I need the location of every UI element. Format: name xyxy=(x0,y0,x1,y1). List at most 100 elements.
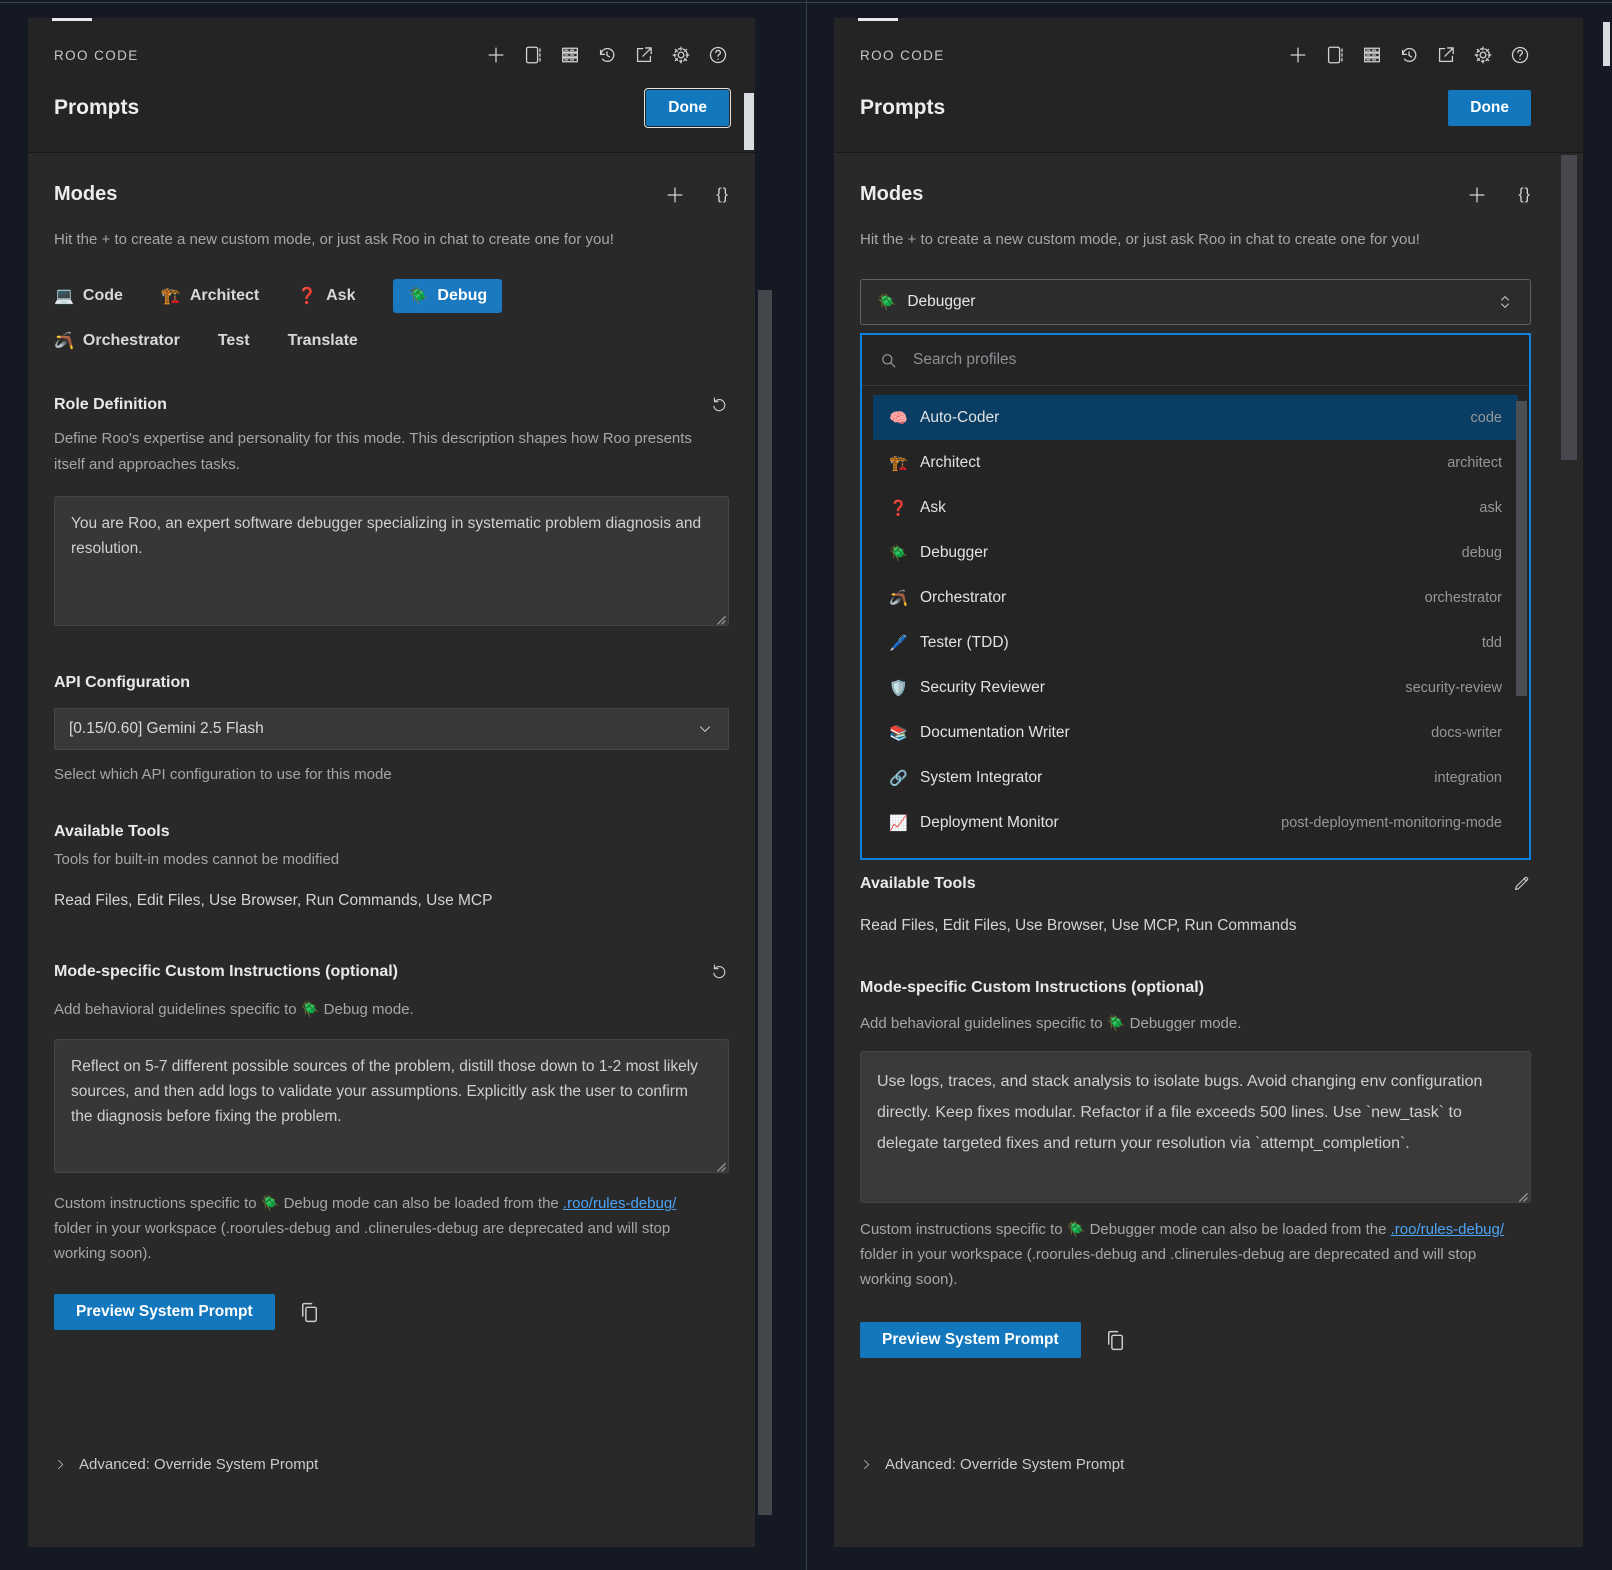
available-tools-list: Read Files, Edit Files, Use Browser, Use… xyxy=(860,917,1531,935)
edit-modes-json-icon[interactable]: {} xyxy=(716,186,729,204)
dropdown-scrollbar[interactable] xyxy=(1516,401,1527,696)
profile-row-tdd[interactable]: 🖊️Tester (TDD)tdd xyxy=(873,620,1518,665)
role-definition-desc: Define Roo's expertise and personality f… xyxy=(54,426,709,478)
settings-icon[interactable] xyxy=(1472,44,1494,66)
add-mode-icon[interactable] xyxy=(1466,184,1488,206)
mode-chip-code[interactable]: 💻 Code xyxy=(54,286,123,306)
open-in-editor-icon[interactable] xyxy=(1435,44,1457,66)
profile-name: Orchestrator xyxy=(920,589,1006,607)
add-mode-icon[interactable] xyxy=(664,184,686,206)
mode-chip-architect[interactable]: 🏗️Architect xyxy=(161,286,259,306)
profile-slug: orchestrator xyxy=(1425,590,1502,606)
profile-slug: docs-writer xyxy=(1431,725,1502,741)
profile-row-architect[interactable]: 🏗️Architectarchitect xyxy=(873,440,1518,485)
mcp-servers-icon[interactable] xyxy=(559,44,581,66)
available-tools-heading: Available Tools xyxy=(54,823,170,841)
mode-chip-label: Code xyxy=(83,287,123,305)
ask-icon: ❓ xyxy=(889,499,909,517)
open-in-editor-icon[interactable] xyxy=(633,44,655,66)
new-task-icon[interactable] xyxy=(485,44,507,66)
advanced-override-toggle[interactable]: Advanced: Override System Prompt xyxy=(860,1456,1124,1473)
new-task-icon[interactable] xyxy=(1287,44,1309,66)
resize-grip-icon[interactable] xyxy=(1517,1189,1528,1200)
mode-chip-label: Architect xyxy=(190,287,259,305)
chevron-right-icon xyxy=(860,1458,873,1471)
custom-instructions-desc: Add behavioral guidelines specific to 🪲 … xyxy=(54,997,709,1023)
search-icon xyxy=(879,351,898,370)
preview-system-prompt-button[interactable]: Preview System Prompt xyxy=(860,1322,1081,1358)
profile-row-security-review[interactable]: 🛡️Security Reviewersecurity-review xyxy=(873,665,1518,710)
debug-mode-icon: 🪲 xyxy=(408,286,428,306)
left-panel: ROO CODE Prompts Done Modes {} Hit the +… xyxy=(28,18,755,1547)
done-button[interactable]: Done xyxy=(646,90,729,126)
edit-modes-json-icon[interactable]: {} xyxy=(1518,186,1531,204)
profile-name: Tester (TDD) xyxy=(920,634,1009,652)
mode-select-value: Debugger xyxy=(907,293,975,311)
profile-slug: code xyxy=(1471,410,1502,426)
reset-custom-instructions-icon[interactable] xyxy=(710,962,729,981)
mode-chip-translate[interactable]: Translate xyxy=(288,332,358,350)
profile-row-orchestrator[interactable]: 🪃Orchestratororchestrator xyxy=(873,575,1518,620)
advanced-override-toggle[interactable]: Advanced: Override System Prompt xyxy=(54,1456,318,1473)
resize-grip-icon[interactable] xyxy=(715,1159,726,1170)
mode-select[interactable]: 🪲 Debugger xyxy=(860,279,1531,325)
help-icon[interactable] xyxy=(1509,44,1531,66)
reset-role-icon[interactable] xyxy=(710,395,729,414)
profile-search xyxy=(862,335,1529,386)
history-icon[interactable] xyxy=(1398,44,1420,66)
profile-name: System Integrator xyxy=(920,769,1042,787)
advanced-override-label: Advanced: Override System Prompt xyxy=(79,1456,318,1473)
left-scrollbar-thumb[interactable] xyxy=(744,93,754,150)
resize-grip-icon[interactable] xyxy=(715,612,726,623)
available-tools-list: Read Files, Edit Files, Use Browser, Run… xyxy=(54,892,729,910)
app-title: ROO CODE xyxy=(860,48,945,63)
toolbar xyxy=(1287,44,1531,66)
mode-chip-test[interactable]: Test xyxy=(218,332,250,350)
mode-chip-label: Ask xyxy=(326,287,355,305)
edit-tools-icon[interactable] xyxy=(1512,874,1531,893)
custom-instructions-input[interactable]: Reflect on 5-7 different possible source… xyxy=(54,1039,729,1173)
right-scrollbar-thumb[interactable] xyxy=(1603,22,1610,66)
help-icon[interactable] xyxy=(707,44,729,66)
profile-search-input[interactable] xyxy=(911,350,1512,370)
mode-chip-debug[interactable]: 🪲Debug xyxy=(393,279,502,313)
history-icon[interactable] xyxy=(596,44,618,66)
security-review-icon: 🛡️ xyxy=(889,679,909,697)
profile-row-ask[interactable]: ❓Askask xyxy=(873,485,1518,530)
custom-instructions-heading: Mode-specific Custom Instructions (optio… xyxy=(54,963,398,981)
marketplace-icon[interactable] xyxy=(1324,44,1346,66)
rules-folder-link[interactable]: .roo/rules-debug/ xyxy=(563,1195,676,1212)
mode-chip-label: Orchestrator xyxy=(83,332,180,350)
rules-folder-link[interactable]: .roo/rules-debug/ xyxy=(1391,1221,1504,1238)
profile-row-debug[interactable]: 🪲Debuggerdebug xyxy=(873,530,1518,575)
code-mode-icon: 💻 xyxy=(54,286,74,306)
mcp-servers-icon[interactable] xyxy=(1361,44,1383,66)
profile-row-post-deployment-monitoring-mode[interactable]: 📈Deployment Monitorpost-deployment-monit… xyxy=(873,800,1518,845)
done-button[interactable]: Done xyxy=(1448,90,1531,126)
profile-row-docs-writer[interactable]: 📚Documentation Writerdocs-writer xyxy=(873,710,1518,755)
profile-slug: architect xyxy=(1447,455,1502,471)
profile-slug: post-deployment-monitoring-mode xyxy=(1281,815,1502,831)
api-configuration-select[interactable]: [0.15/0.60] Gemini 2.5 Flash xyxy=(54,708,729,750)
custom-instructions-input[interactable]: Use logs, traces, and stack analysis to … xyxy=(860,1051,1531,1203)
left-card-scrollbar-thumb[interactable] xyxy=(758,290,772,1515)
settings-icon[interactable] xyxy=(670,44,692,66)
role-definition-input[interactable]: You are Roo, an expert software debugger… xyxy=(54,496,729,626)
copy-icon[interactable] xyxy=(1103,1328,1128,1353)
tdd-icon: 🖊️ xyxy=(889,634,909,652)
profile-name: Debugger xyxy=(920,544,988,562)
marketplace-icon[interactable] xyxy=(522,44,544,66)
modes-card: Modes {} Hit the + to create a new custo… xyxy=(28,152,755,1547)
post-deployment-monitoring-mode-icon: 📈 xyxy=(889,814,909,832)
mode-chip-orchestrator[interactable]: 🪃Orchestrator xyxy=(54,331,180,351)
profile-row-integration[interactable]: 🔗System Integratorintegration xyxy=(873,755,1518,800)
copy-icon[interactable] xyxy=(297,1300,322,1325)
docs-writer-icon: 📚 xyxy=(889,724,909,742)
mode-chip-ask[interactable]: ❓Ask xyxy=(297,286,355,306)
profile-row-code[interactable]: 🧠Auto-Codercode xyxy=(873,395,1518,440)
api-configuration-helper: Select which API configuration to use fo… xyxy=(54,766,729,783)
right-card-scrollbar-thumb[interactable] xyxy=(1561,155,1577,460)
debugger-mode-icon: 🪲 xyxy=(877,293,896,312)
footnote-text: folder in your workspace (.roorules-debu… xyxy=(860,1246,1476,1288)
preview-system-prompt-button[interactable]: Preview System Prompt xyxy=(54,1294,275,1330)
